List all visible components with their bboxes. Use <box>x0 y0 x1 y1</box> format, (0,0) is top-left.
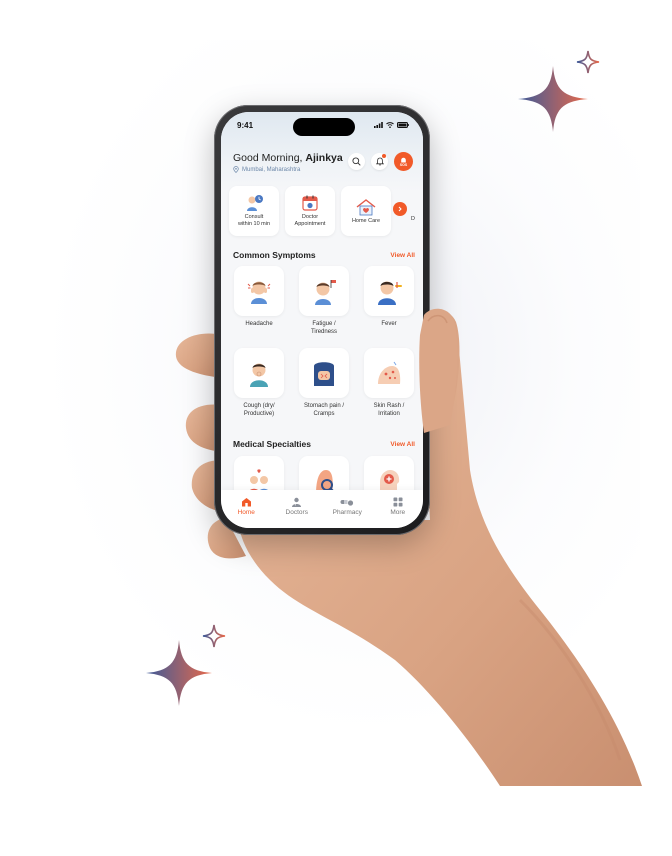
quick-action-label: Home Care <box>351 217 381 224</box>
status-time: 9:41 <box>237 120 254 130</box>
quick-action-peek-label: D <box>411 216 415 222</box>
quick-action-label: Doctor Appointment <box>294 214 326 227</box>
stomach-pain-icon <box>314 362 334 386</box>
symptom-label: Fever <box>381 321 397 327</box>
thumb-illustration <box>419 308 458 433</box>
symptom-tile-fatigue[interactable]: Fatigue / Tiredness <box>298 266 350 336</box>
search-icon <box>352 157 361 166</box>
home-care-icon <box>356 198 376 216</box>
symptom-tile-cough[interactable]: Cough (dry/ Productive) <box>233 348 285 418</box>
location-pin-icon <box>233 166 239 173</box>
search-button[interactable] <box>348 153 365 170</box>
phone-frame: 9:41 Good Morning, Ajinkya Mumbai, Mahar… <box>214 105 430 535</box>
notifications-button[interactable] <box>371 153 388 170</box>
nav-home[interactable]: Home <box>224 497 268 516</box>
greeting-prefix: Good Morning, <box>233 152 306 164</box>
consult-icon <box>247 195 263 212</box>
nav-label: Home <box>237 509 255 516</box>
header-actions: SOS <box>348 152 413 171</box>
quick-action-consult[interactable]: Consult within 10 min <box>229 186 279 236</box>
quick-action-doctor-appointment[interactable]: Doctor Appointment <box>285 186 335 236</box>
symptom-icon-box <box>234 348 284 398</box>
doctor-icon <box>292 497 302 507</box>
symptom-icon-box <box>299 348 349 398</box>
sos-label: SOS <box>399 162 408 167</box>
calendar-icon <box>302 195 318 212</box>
chevron-right-icon <box>398 206 402 212</box>
symptom-label: Skin Rash / Irritation <box>373 403 405 417</box>
battery-icon <box>397 122 409 128</box>
symptom-label: Stomach pain / Cramps <box>303 403 345 417</box>
symptom-tile-skin-rash[interactable]: Skin Rash / Irritation <box>363 348 415 418</box>
symptoms-grid: Headache Fatigue / Tiredness Fever Cough… <box>233 266 415 418</box>
symptom-tile-headache[interactable]: Headache <box>233 266 285 336</box>
grid-icon <box>393 497 403 507</box>
home-icon <box>241 498 251 507</box>
section-title: Common Symptoms <box>233 250 316 260</box>
pill-icon <box>340 500 354 506</box>
symptom-tile-fever[interactable]: Fever <box>363 266 415 336</box>
skin-rash-icon <box>378 361 401 384</box>
bell-icon <box>375 157 384 166</box>
fatigue-icon <box>315 280 336 305</box>
notification-dot <box>382 154 386 158</box>
status-icons <box>374 122 409 128</box>
home-header: Good Morning, Ajinkya Mumbai, Maharashtr… <box>221 152 423 173</box>
fever-icon <box>378 281 402 305</box>
nav-more[interactable]: More <box>376 497 420 516</box>
symptom-label: Cough (dry/ Productive) <box>243 403 275 417</box>
cough-icon <box>250 363 268 387</box>
headache-icon <box>247 281 271 304</box>
symptom-icon-box <box>234 266 284 316</box>
section-title: Medical Specialties <box>233 439 311 449</box>
quick-action-label: Consult within 10 min <box>237 214 271 227</box>
nav-label: Doctors <box>285 509 308 516</box>
user-name: Ajinkya <box>305 152 343 164</box>
wifi-icon <box>386 122 394 128</box>
dynamic-island <box>293 118 355 136</box>
quick-action-home-care[interactable]: Home Care <box>341 186 391 236</box>
greeting-block: Good Morning, Ajinkya Mumbai, Maharashtr… <box>233 152 343 173</box>
nav-label: More <box>390 509 406 516</box>
bottom-navigation: Home Doctors Pharmacy More <box>221 490 423 528</box>
view-all-symptoms-link[interactable]: View All <box>390 252 415 259</box>
app-screen: 9:41 Good Morning, Ajinkya Mumbai, Mahar… <box>221 112 423 528</box>
symptom-label: Fatigue / Tiredness <box>310 321 338 335</box>
greeting-text: Good Morning, Ajinkya <box>233 152 343 164</box>
symptom-label: Headache <box>245 321 273 327</box>
symptom-icon-box <box>364 348 414 398</box>
nav-doctors[interactable]: Doctors <box>275 497 319 516</box>
signal-icon <box>374 122 383 128</box>
medical-specialties-header: Medical Specialties View All <box>233 439 415 449</box>
common-symptoms-header: Common Symptoms View All <box>233 250 415 260</box>
nav-label: Pharmacy <box>332 509 362 516</box>
view-all-specialties-link[interactable]: View All <box>390 441 415 448</box>
scroll-next-button[interactable] <box>393 202 407 216</box>
symptom-tile-stomach-pain[interactable]: Stomach pain / Cramps <box>298 348 350 418</box>
location-text: Mumbai, Maharashtra <box>242 166 301 173</box>
symptom-icon-box <box>299 266 349 316</box>
location-selector[interactable]: Mumbai, Maharashtra <box>233 166 343 173</box>
symptom-icon-box <box>364 266 414 316</box>
sos-button[interactable]: SOS <box>394 152 413 171</box>
nav-pharmacy[interactable]: Pharmacy <box>325 497 369 516</box>
